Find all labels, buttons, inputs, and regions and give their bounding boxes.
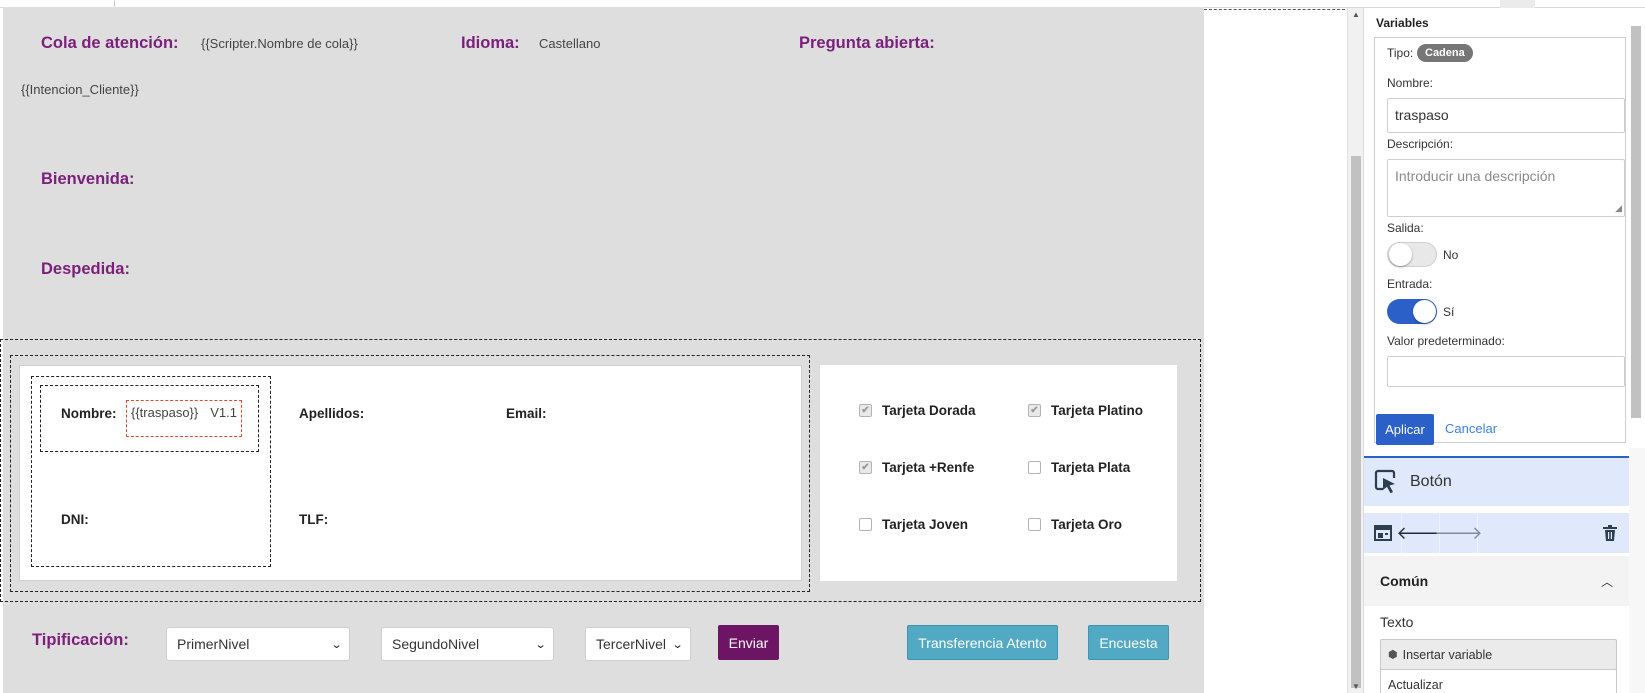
variables-title: Variables	[1376, 16, 1429, 30]
properties-panel: Variables Tipo: Cadena Nombre: traspaso …	[1363, 8, 1645, 693]
salida-toggle[interactable]	[1387, 242, 1437, 267]
idioma-label: Idioma:	[461, 34, 520, 52]
idioma-value: Castellano	[539, 36, 601, 51]
component-toolbar: 🡐 🡒	[1364, 513, 1629, 553]
checkbox[interactable]: ✔	[1028, 404, 1041, 417]
transferencia-button[interactable]: Transferencia Atento	[907, 625, 1058, 660]
component-header: Botón	[1364, 456, 1629, 506]
checkbox[interactable]	[859, 518, 872, 531]
primer-nivel-select[interactable]: PrimerNivel ⌄	[166, 627, 350, 661]
cube-icon: ⬢	[1388, 649, 1398, 661]
card-option[interactable]: Tarjeta Oro	[1028, 517, 1122, 532]
card-label: Tarjeta Oro	[1051, 517, 1123, 532]
arrow-right-icon[interactable]: 🡒	[1434, 513, 1483, 553]
entrada-label: Entrada:	[1387, 277, 1433, 291]
checkbox[interactable]	[1028, 461, 1041, 474]
tipo-badge: Cadena	[1417, 44, 1473, 62]
intencion-cliente-value: {{Intencion_Cliente}}	[21, 82, 139, 97]
canvas-scrollbar[interactable]: ▲ ▼	[1347, 8, 1363, 693]
resize-handle-icon[interactable]: ◢	[1615, 203, 1622, 214]
component-title: Botón	[1410, 473, 1452, 490]
nombre-variable-value: {{traspaso}}	[131, 405, 199, 420]
texto-label: Texto	[1380, 614, 1414, 630]
card-option[interactable]: ✔ Tarjeta Platino	[1028, 403, 1143, 418]
scrollbar-thumb[interactable]	[1351, 156, 1361, 688]
chevron-down-icon: ⌄	[330, 638, 343, 651]
card-label: Tarjeta Platino	[1051, 403, 1144, 418]
card-label: Tarjeta Dorada	[882, 403, 976, 418]
scrollbar-thumb[interactable]	[1631, 26, 1641, 418]
apellidos-label: Apellidos:	[299, 406, 365, 421]
encuesta-button[interactable]: Encuesta	[1088, 625, 1169, 660]
email-label: Email:	[506, 406, 547, 421]
scroll-up-icon[interactable]: ▲	[1348, 10, 1364, 19]
tipo-label: Tipo:	[1387, 46, 1414, 60]
card-option[interactable]: ✔ Tarjeta Dorada	[859, 403, 976, 418]
card-option[interactable]: Tarjeta Plata	[1028, 460, 1130, 475]
salida-label: Salida:	[1387, 221, 1424, 235]
select-value: TercerNivel	[596, 636, 667, 652]
chevron-up-icon[interactable]: ︿	[1601, 573, 1613, 590]
entrada-toggle[interactable]	[1387, 299, 1437, 324]
salida-value: No	[1443, 248, 1459, 262]
texto-input[interactable]: Actualizar	[1380, 669, 1617, 693]
variable-editor: Tipo: Cadena Nombre: traspaso Descripció…	[1374, 37, 1626, 443]
toggle-knob	[1389, 243, 1412, 266]
despedida-label: Despedida:	[41, 260, 130, 278]
scroll-down-icon[interactable]: ▼	[1348, 682, 1364, 691]
card-option[interactable]: Tarjeta Joven	[859, 517, 968, 532]
select-value: SegundoNivel	[392, 636, 480, 652]
card-option[interactable]: ✔ Tarjeta +Renfe	[859, 460, 974, 475]
dni-label: DNI:	[61, 512, 89, 527]
button-component-icon	[1374, 469, 1398, 495]
select-value: PrimerNivel	[177, 636, 250, 652]
panel-scrollbar[interactable]	[1629, 22, 1643, 424]
nombre-input[interactable]: traspaso	[1387, 98, 1625, 133]
valor-predeterminado-input[interactable]	[1387, 356, 1625, 387]
section-title: Común	[1380, 573, 1429, 589]
valor-predeterminado-label: Valor predeterminado:	[1387, 334, 1505, 348]
pregunta-abierta-label: Pregunta abierta:	[799, 34, 935, 52]
entrada-value: Sí	[1443, 305, 1455, 319]
descripcion-textarea[interactable]: Introducir una descripción ◢	[1387, 159, 1625, 217]
card-label: Tarjeta Joven	[882, 517, 969, 532]
tipificacion-label: Tipificación:	[32, 631, 129, 649]
panel-lower-scrollbar[interactable]	[1629, 448, 1645, 693]
nombre-input-value: traspaso	[1395, 107, 1449, 123]
cola-value: {{Scripter.Nombre de cola}}	[201, 36, 358, 51]
insertar-variable-label: Insertar variable	[1402, 647, 1493, 662]
chevron-down-icon: ⌄	[534, 638, 547, 651]
aplicar-button[interactable]: Aplicar	[1376, 414, 1434, 445]
cancelar-link[interactable]: Cancelar	[1445, 421, 1497, 436]
nombre-variable-field[interactable]: {{traspaso}} V1.1	[126, 400, 242, 437]
bienvenida-label: Bienvenida:	[41, 170, 135, 188]
chevron-down-icon: ⌄	[671, 638, 684, 651]
comun-section-header[interactable]: Común ︿	[1364, 556, 1629, 606]
checkbox[interactable]	[1028, 518, 1041, 531]
texto-input-value: Actualizar	[1388, 678, 1443, 692]
insertar-variable-button[interactable]: ⬢ Insertar variable	[1380, 639, 1617, 670]
top-tab-active[interactable]	[1500, 0, 1535, 8]
descripcion-label: Descripción:	[1387, 137, 1454, 151]
segundo-nivel-select[interactable]: SegundoNivel ⌄	[381, 627, 554, 661]
descripcion-placeholder: Introducir una descripción	[1395, 168, 1556, 184]
toggle-knob	[1413, 300, 1436, 323]
nombre-label: Nombre:	[1387, 76, 1434, 90]
selection-outline	[1204, 9, 1350, 10]
trash-icon[interactable]	[1591, 513, 1629, 553]
card-label: Tarjeta +Renfe	[882, 460, 975, 475]
nombre-label: Nombre:	[61, 406, 117, 421]
checkbox[interactable]: ✔	[859, 461, 872, 474]
tercer-nivel-select[interactable]: TercerNivel ⌄	[585, 627, 691, 661]
app-window: Cola de atención: {{Scripter.Nombre de c…	[0, 0, 1645, 693]
enviar-button[interactable]: Enviar	[718, 625, 779, 660]
card-label: Tarjeta Plata	[1051, 460, 1131, 475]
version-label: V1.1	[210, 405, 237, 420]
checkbox[interactable]: ✔	[859, 404, 872, 417]
cola-label: Cola de atención:	[41, 34, 179, 52]
tlf-label: TLF:	[299, 512, 329, 527]
